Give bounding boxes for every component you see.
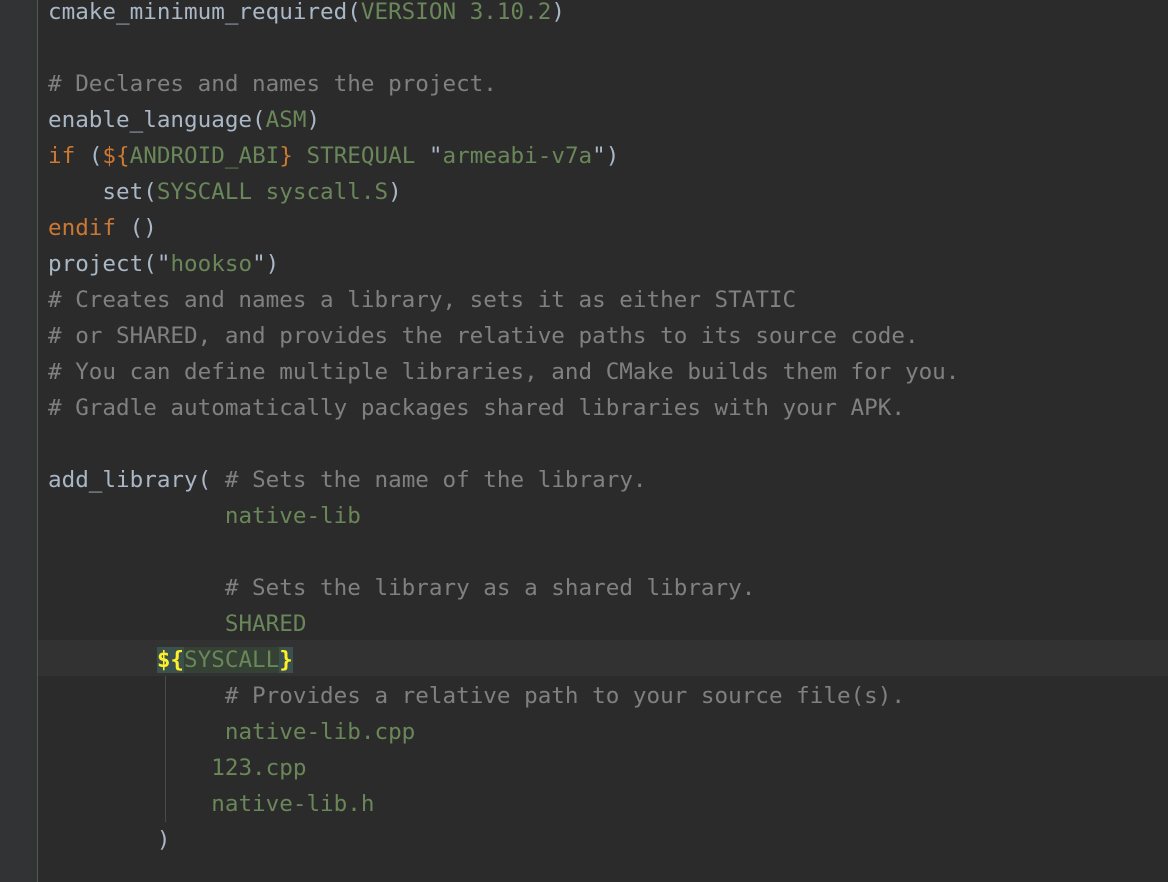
code-area[interactable]: cmake_minimum_required(VERSION 3.10.2)​#… [48, 0, 959, 858]
code-token: ( [197, 467, 225, 493]
code-line[interactable]: project("hookso") [48, 246, 959, 282]
code-line[interactable]: native-lib [48, 498, 959, 534]
code-token: () [116, 215, 157, 241]
code-line[interactable]: # You can define multiple libraries, and… [48, 354, 959, 390]
code-token: } [279, 143, 293, 169]
code-token: # Sets the library as a shared library. [224, 575, 756, 601]
code-token: # Declares and names the project. [48, 71, 497, 97]
code-line[interactable]: ${SYSCALL} [48, 642, 959, 678]
code-token: # You can define multiple libraries, and… [48, 359, 960, 385]
code-line[interactable]: cmake_minimum_required(VERSION 3.10.2) [48, 0, 959, 30]
code-token: native-lib.cpp [224, 719, 416, 745]
code-token: SHARED [224, 611, 307, 637]
code-token: # Creates and names a library, sets it a… [48, 287, 797, 313]
code-token: ) [551, 0, 565, 25]
code-token: " [592, 143, 606, 169]
code-token: ( [88, 143, 103, 169]
code-line[interactable]: 123.cpp [48, 750, 959, 786]
code-token: ${ [156, 647, 185, 673]
code-token: native-lib.h [211, 791, 375, 817]
code-line[interactable]: native-lib.h [48, 786, 959, 822]
code-line[interactable]: # Gradle automatically packages shared l… [48, 390, 959, 426]
code-token: project [48, 251, 144, 277]
code-token: # Sets the name of the library. [224, 467, 647, 493]
code-token: if [48, 143, 89, 169]
code-token: ( [252, 107, 266, 133]
code-token: # or SHARED, and provides the relative p… [48, 323, 919, 349]
code-line[interactable]: # Creates and names a library, sets it a… [48, 282, 959, 318]
code-token: } [279, 647, 293, 673]
code-line[interactable]: enable_language(ASM) [48, 102, 959, 138]
code-line[interactable]: ​ [48, 534, 959, 570]
code-token: ANDROID_ABI [129, 143, 280, 169]
code-token: ) [306, 107, 321, 133]
code-token: SYSCALL [184, 647, 280, 673]
code-line[interactable]: if (${ANDROID_ABI} STREQUAL "armeabi-v7a… [48, 138, 959, 174]
code-token: SYSCALL syscall.S [156, 179, 389, 205]
code-line[interactable]: native-lib.cpp [48, 714, 959, 750]
code-token: armeabi-v7a [442, 143, 593, 169]
code-token: cmake_minimum_required [48, 0, 348, 25]
code-token: set [48, 179, 144, 205]
code-token: native-lib [224, 503, 361, 529]
code-token: ( [143, 179, 157, 205]
code-token: ) [388, 179, 402, 205]
code-token: VERSION 3.10.2 [360, 0, 552, 25]
code-token: enable_language [48, 107, 253, 133]
gutter-divider [37, 0, 38, 882]
code-token: " [428, 143, 443, 169]
code-token: ASM [265, 107, 307, 133]
code-token: ) [605, 143, 620, 169]
code-line[interactable]: ​ [48, 30, 959, 66]
code-line[interactable]: # Sets the library as a shared library. [48, 570, 959, 606]
code-token: 123.cpp [211, 755, 307, 781]
code-token: STREQUAL [292, 143, 429, 169]
code-token: # Provides a relative path to your sourc… [224, 683, 905, 709]
code-token: ${ [102, 143, 130, 169]
code-token: ") [252, 251, 280, 277]
code-editor[interactable]: cmake_minimum_required(VERSION 3.10.2)​#… [0, 0, 1168, 882]
code-line[interactable]: add_library( # Sets the name of the libr… [48, 462, 959, 498]
code-line[interactable]: # Provides a relative path to your sourc… [48, 678, 959, 714]
code-line[interactable]: ​ [48, 426, 959, 462]
code-line[interactable]: SHARED [48, 606, 959, 642]
code-line[interactable]: # or SHARED, and provides the relative p… [48, 318, 959, 354]
code-token: endif [48, 215, 117, 241]
code-line[interactable]: # Declares and names the project. [48, 66, 959, 102]
code-line[interactable]: ) [48, 822, 959, 858]
code-line[interactable]: endif () [48, 210, 959, 246]
code-token: # Gradle automatically packages shared l… [48, 395, 905, 421]
code-token: add_library [48, 467, 198, 493]
code-token: hookso [170, 251, 253, 277]
line-gutter[interactable] [0, 0, 37, 882]
code-line[interactable]: set(SYSCALL syscall.S) [48, 174, 959, 210]
code-token: ( [347, 0, 361, 25]
code-token: (" [143, 251, 171, 277]
code-token: ) [48, 827, 171, 853]
